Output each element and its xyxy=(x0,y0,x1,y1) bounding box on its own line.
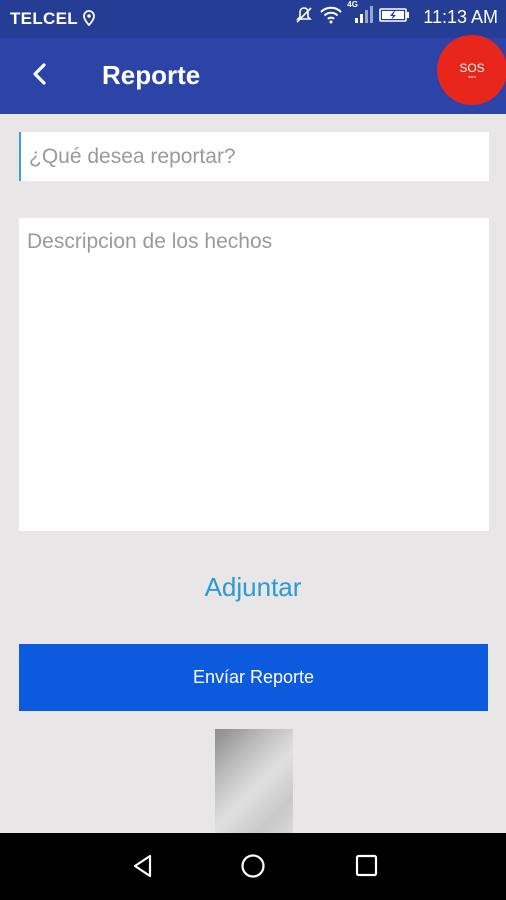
back-button[interactable] xyxy=(26,58,56,92)
battery-icon xyxy=(379,6,411,29)
app-bar: Reporte SOS ssm xyxy=(0,35,506,114)
recents-square-icon[interactable] xyxy=(354,853,380,884)
navigation-bar xyxy=(0,833,506,900)
status-icons: 4G 11:13 AM xyxy=(295,0,498,29)
signal-icon: 4G xyxy=(347,0,374,29)
clock: 11:13 AM xyxy=(423,7,498,27)
report-subject-input[interactable] xyxy=(19,132,489,181)
page-title: Reporte xyxy=(102,60,201,90)
back-triangle-icon[interactable] xyxy=(130,853,156,884)
attachment-thumbnail[interactable] xyxy=(215,729,293,833)
network-badge: 4G xyxy=(347,0,358,9)
sos-label: SOS xyxy=(459,60,485,75)
sos-sublabel: ssm xyxy=(468,73,476,79)
attach-link[interactable]: Adjuntar xyxy=(0,572,506,603)
location-icon xyxy=(83,10,95,31)
mute-icon xyxy=(295,6,313,29)
sos-button[interactable]: SOS ssm xyxy=(437,35,506,105)
carrier-name: TELCEL xyxy=(10,9,78,28)
status-bar: TELCEL 4G 11:13 AM xyxy=(0,0,506,38)
chevron-left-icon xyxy=(33,63,46,85)
wifi-icon xyxy=(319,6,343,29)
report-description-input[interactable] xyxy=(19,218,489,531)
home-circle-icon[interactable] xyxy=(240,853,266,884)
send-report-button[interactable]: Envíar Reporte xyxy=(19,644,488,711)
